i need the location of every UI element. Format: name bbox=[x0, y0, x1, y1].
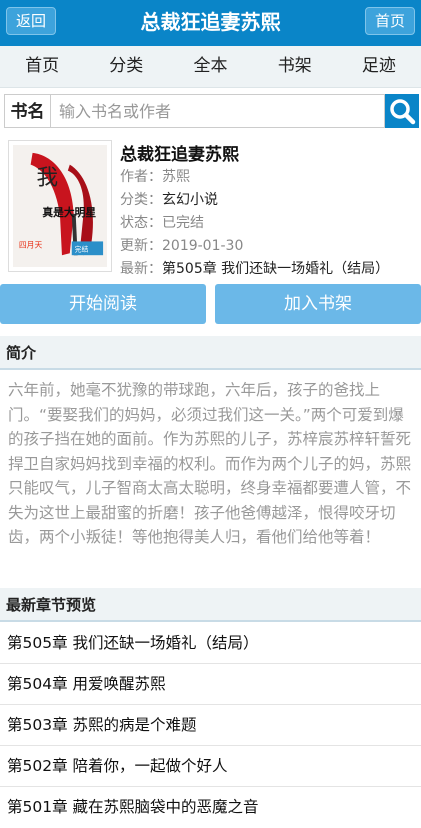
book-category: 分类：玄幻小说 bbox=[120, 192, 218, 208]
search-input[interactable] bbox=[50, 94, 385, 128]
author-value[interactable]: 苏熙 bbox=[162, 169, 190, 185]
chapters-heading: 最新章节预览 bbox=[0, 588, 421, 622]
add-to-shelf-button[interactable]: 加入书架 bbox=[215, 284, 421, 324]
book-cover[interactable]: 我 四月天 完结 真是大明星 bbox=[8, 140, 112, 272]
top-header: 返回 总裁狂追妻苏熙 首页 bbox=[0, 0, 421, 46]
search-label: 书名 bbox=[4, 94, 50, 128]
nav-item-home[interactable]: 首页 bbox=[0, 46, 84, 87]
status-value: 已完结 bbox=[162, 215, 204, 231]
latest-chapter-link[interactable]: 第505章 我们还缺一场婚礼（结局） bbox=[162, 261, 389, 277]
book-updated: 更新：2019-01-30 bbox=[120, 238, 244, 254]
main-nav: 首页 分类 全本 书架 足迹 bbox=[0, 46, 421, 88]
search-bar: 书名 bbox=[0, 92, 421, 130]
cover-image: 我 四月天 完结 真是大明星 bbox=[13, 145, 107, 267]
search-button[interactable] bbox=[385, 94, 419, 128]
back-button[interactable]: 返回 bbox=[6, 7, 56, 35]
chapter-item[interactable]: 第501章 藏在苏熙脑袋中的恶魔之音 bbox=[0, 787, 421, 828]
page-title: 总裁狂追妻苏熙 bbox=[140, 10, 281, 34]
cover-title-top: 我 bbox=[37, 165, 59, 190]
book-info: 我 四月天 完结 真是大明星 总裁狂追妻苏熙 作者：苏熙 分类：玄幻小说 状态：… bbox=[0, 136, 421, 277]
book-author: 作者：苏熙 bbox=[120, 169, 190, 185]
intro-heading: 简介 bbox=[0, 336, 421, 370]
nav-item-complete[interactable]: 全本 bbox=[168, 46, 252, 87]
svg-text:四月天: 四月天 bbox=[19, 240, 43, 249]
book-status: 状态：已完结 bbox=[120, 215, 204, 231]
chapter-item[interactable]: 第505章 我们还缺一场婚礼（结局） bbox=[0, 623, 421, 664]
chapter-item[interactable]: 第502章 陪着你，一起做个好人 bbox=[0, 746, 421, 787]
book-title: 总裁狂追妻苏熙 bbox=[120, 145, 239, 165]
nav-item-history[interactable]: 足迹 bbox=[337, 46, 421, 87]
action-buttons: 开始阅读 加入书架 bbox=[0, 284, 421, 324]
home-button[interactable]: 首页 bbox=[365, 7, 415, 35]
chapter-item[interactable]: 第503章 苏熙的病是个难题 bbox=[0, 705, 421, 746]
svg-text:完结: 完结 bbox=[75, 244, 89, 253]
cover-title-middle: 真是大明星 bbox=[42, 206, 96, 219]
nav-item-bookshelf[interactable]: 书架 bbox=[253, 46, 337, 87]
search-icon bbox=[390, 99, 416, 125]
intro-text: 六年前，她毫不犹豫的带球跑，六年后，孩子的爸找上门。“要娶我们的妈妈，必须过我们… bbox=[8, 381, 412, 546]
book-latest: 最新：第505章 我们还缺一场婚礼（结局） bbox=[120, 261, 390, 277]
start-reading-button[interactable]: 开始阅读 bbox=[0, 284, 206, 324]
chapter-item[interactable]: 第504章 用爱唤醒苏熙 bbox=[0, 664, 421, 705]
category-value[interactable]: 玄幻小说 bbox=[162, 192, 218, 208]
updated-value: 2019-01-30 bbox=[162, 238, 244, 254]
nav-item-category[interactable]: 分类 bbox=[84, 46, 168, 87]
